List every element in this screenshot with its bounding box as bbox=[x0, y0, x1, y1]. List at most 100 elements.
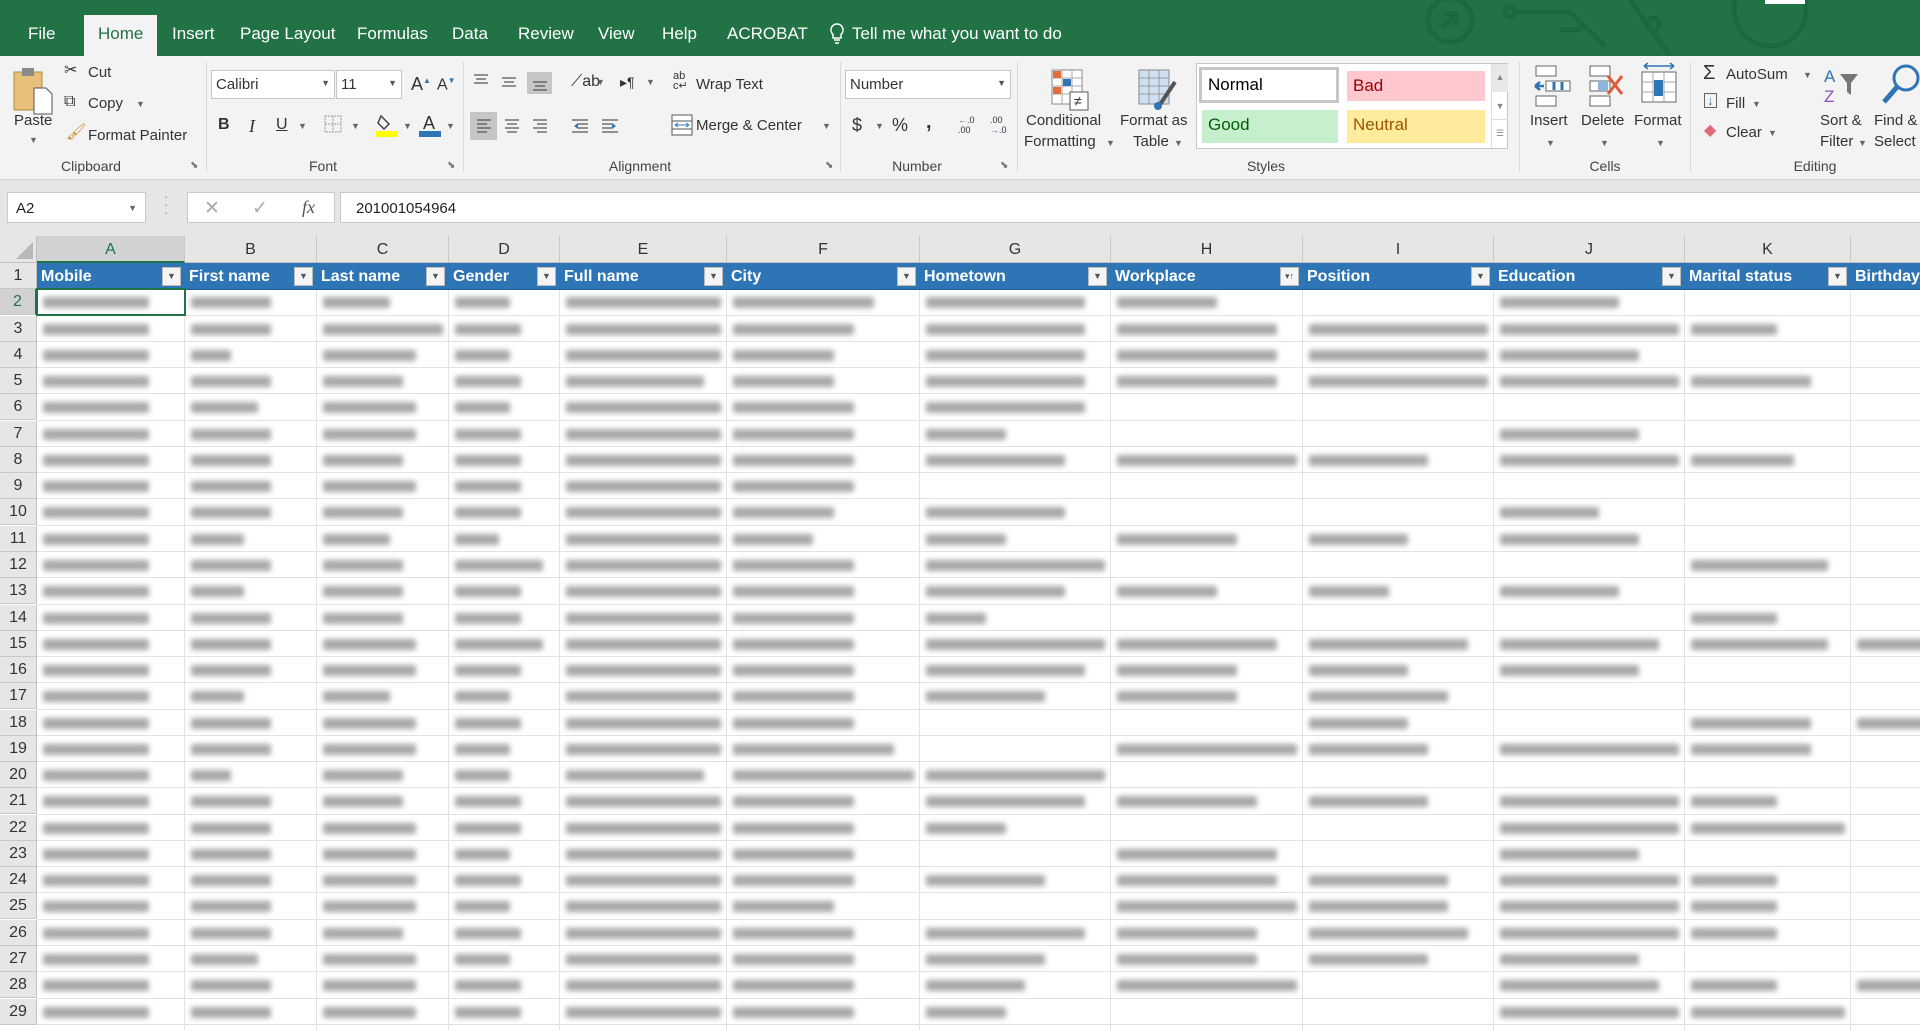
blurred-cell-content[interactable] bbox=[566, 429, 721, 440]
blurred-cell-content[interactable] bbox=[926, 613, 986, 624]
sort-filter-button[interactable]: Sort & bbox=[1820, 112, 1862, 129]
row-header-20[interactable]: 20 bbox=[0, 762, 37, 788]
fill-color-dropdown-icon[interactable]: ▼ bbox=[403, 122, 412, 131]
blurred-cell-content[interactable] bbox=[1309, 324, 1488, 335]
blurred-cell-content[interactable] bbox=[566, 744, 721, 755]
merge-dropdown-icon[interactable]: ▼ bbox=[822, 122, 831, 131]
blurred-cell-content[interactable] bbox=[926, 350, 1085, 361]
blurred-cell-content[interactable] bbox=[566, 875, 721, 886]
tab-review[interactable]: Review bbox=[518, 24, 574, 44]
borders-icon[interactable] bbox=[324, 115, 342, 133]
chevron-down-icon[interactable]: ▼ bbox=[1600, 139, 1609, 148]
blurred-cell-content[interactable] bbox=[43, 639, 149, 650]
blurred-cell-content[interactable] bbox=[566, 481, 721, 492]
blurred-cell-content[interactable] bbox=[1500, 639, 1659, 650]
blurred-cell-content[interactable] bbox=[191, 875, 271, 886]
blurred-cell-content[interactable] bbox=[191, 823, 271, 834]
blurred-cell-content[interactable] bbox=[733, 324, 854, 335]
clear-dropdown-icon[interactable]: ▼ bbox=[1768, 129, 1777, 138]
blurred-cell-content[interactable] bbox=[1691, 823, 1845, 834]
blurred-cell-content[interactable] bbox=[43, 928, 149, 939]
blurred-cell-content[interactable] bbox=[323, 928, 403, 939]
blurred-cell-content[interactable] bbox=[1309, 875, 1448, 886]
blurred-cell-content[interactable] bbox=[191, 560, 271, 571]
blurred-cell-content[interactable] bbox=[1500, 665, 1639, 676]
blurred-cell-content[interactable] bbox=[455, 849, 510, 860]
blurred-cell-content[interactable] bbox=[43, 744, 149, 755]
row-header-17[interactable]: 17 bbox=[0, 683, 37, 709]
row-header-6[interactable]: 6 bbox=[0, 394, 37, 420]
blurred-cell-content[interactable] bbox=[1691, 718, 1811, 729]
blurred-cell-content[interactable] bbox=[323, 402, 416, 413]
filter-dropdown-icon[interactable]: ▼ bbox=[704, 267, 723, 286]
tab-home[interactable]: Home bbox=[84, 15, 157, 56]
blurred-cell-content[interactable] bbox=[191, 796, 271, 807]
blurred-cell-content[interactable] bbox=[733, 691, 854, 702]
blurred-cell-content[interactable] bbox=[43, 402, 149, 413]
blurred-cell-content[interactable] bbox=[1117, 796, 1257, 807]
blurred-cell-content[interactable] bbox=[323, 1007, 416, 1018]
blurred-cell-content[interactable] bbox=[566, 613, 721, 624]
blurred-cell-content[interactable] bbox=[926, 770, 1105, 781]
blurred-cell-content[interactable] bbox=[323, 586, 403, 597]
blurred-cell-content[interactable] bbox=[191, 455, 271, 466]
row-header-25[interactable]: 25 bbox=[0, 893, 37, 919]
currency-button[interactable]: $ bbox=[852, 116, 862, 134]
blurred-cell-content[interactable] bbox=[191, 586, 244, 597]
borders-dropdown-icon[interactable]: ▼ bbox=[351, 122, 360, 131]
blurred-cell-content[interactable] bbox=[1117, 954, 1257, 965]
row-header-21[interactable]: 21 bbox=[0, 788, 37, 814]
blurred-cell-content[interactable] bbox=[191, 534, 244, 545]
column-header-b[interactable]: B bbox=[185, 236, 317, 263]
table-header-cell[interactable]: Position ▼ bbox=[1303, 263, 1494, 290]
table-header-cell[interactable]: Hometown ▼ bbox=[920, 263, 1111, 290]
column-header-l[interactable]: L bbox=[1851, 236, 1920, 263]
font-size-combo[interactable]: 11 ▼ bbox=[336, 70, 402, 99]
blurred-cell-content[interactable] bbox=[191, 507, 271, 518]
currency-dropdown-icon[interactable]: ▼ bbox=[875, 122, 884, 131]
blurred-cell-content[interactable] bbox=[733, 639, 854, 650]
alignment-launcher-icon[interactable]: ⬊ bbox=[825, 160, 833, 171]
blurred-cell-content[interactable] bbox=[323, 796, 403, 807]
underline-dropdown-icon[interactable]: ▼ bbox=[298, 122, 307, 131]
blurred-cell-content[interactable] bbox=[323, 665, 416, 676]
blurred-cell-content[interactable] bbox=[926, 980, 1025, 991]
autosum-button[interactable]: AutoSum bbox=[1726, 66, 1788, 83]
blurred-cell-content[interactable] bbox=[323, 954, 416, 965]
table-header-cell[interactable]: Last name ▼ bbox=[317, 263, 449, 290]
blurred-cell-content[interactable] bbox=[323, 429, 416, 440]
blurred-cell-content[interactable] bbox=[455, 901, 510, 912]
table-header-cell[interactable]: Marital status ▼ bbox=[1685, 263, 1851, 290]
blurred-cell-content[interactable] bbox=[926, 691, 1045, 702]
blurred-cell-content[interactable] bbox=[566, 560, 721, 571]
blurred-cell-content[interactable] bbox=[43, 429, 149, 440]
gallery-scroll-down-icon[interactable]: ▼ bbox=[1492, 92, 1508, 120]
blurred-cell-content[interactable] bbox=[1500, 744, 1679, 755]
blurred-cell-content[interactable] bbox=[1500, 901, 1679, 912]
text-direction-icon[interactable]: ▸¶ bbox=[620, 75, 635, 89]
blurred-cell-content[interactable] bbox=[455, 639, 543, 650]
blurred-cell-content[interactable] bbox=[566, 718, 721, 729]
blurred-cell-content[interactable] bbox=[1500, 823, 1679, 834]
blurred-cell-content[interactable] bbox=[323, 324, 443, 335]
merge-center-button[interactable]: Merge & Center bbox=[696, 117, 802, 134]
column-header-g[interactable]: G bbox=[920, 236, 1111, 263]
blurred-cell-content[interactable] bbox=[1117, 849, 1277, 860]
column-header-c[interactable]: C bbox=[317, 236, 449, 263]
blurred-cell-content[interactable] bbox=[191, 639, 271, 650]
blurred-cell-content[interactable] bbox=[733, 402, 854, 413]
blurred-cell-content[interactable] bbox=[733, 297, 874, 308]
row-header-7[interactable]: 7 bbox=[0, 421, 37, 447]
paste-dropdown-icon[interactable]: ▼ bbox=[29, 136, 38, 145]
blurred-cell-content[interactable] bbox=[1117, 691, 1237, 702]
tab-acrobat[interactable]: ACROBAT bbox=[727, 24, 808, 44]
blurred-cell-content[interactable] bbox=[1500, 1007, 1679, 1018]
blurred-cell-content[interactable] bbox=[1309, 901, 1448, 912]
blurred-cell-content[interactable] bbox=[191, 481, 271, 492]
blurred-cell-content[interactable] bbox=[926, 455, 1065, 466]
blurred-cell-content[interactable] bbox=[566, 691, 721, 702]
table-header-cell[interactable]: Full name ▼ bbox=[560, 263, 727, 290]
blurred-cell-content[interactable] bbox=[455, 980, 521, 991]
comma-style-button[interactable]: , bbox=[926, 112, 932, 132]
blurred-cell-content[interactable] bbox=[43, 586, 149, 597]
